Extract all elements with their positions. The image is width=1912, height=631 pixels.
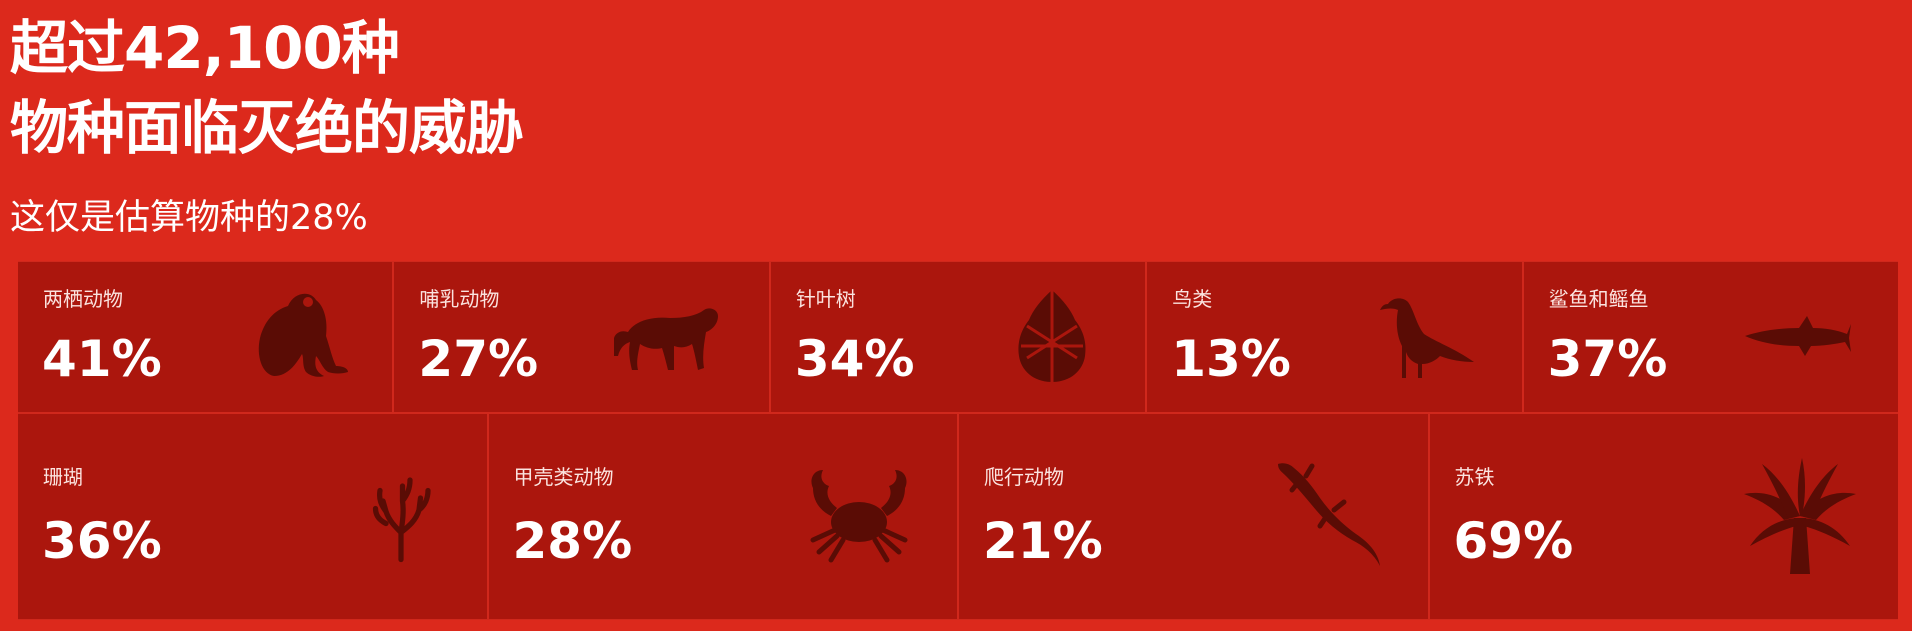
category-sharks-rays: 鲨鱼和鳐鱼 37%	[1524, 262, 1898, 412]
cycad-icon	[1744, 458, 1856, 574]
category-corals: 珊瑚 36%	[18, 414, 489, 620]
crab-icon	[810, 470, 908, 563]
category-cycads: 苏铁 69%	[1430, 414, 1899, 620]
tiger-icon	[613, 308, 718, 370]
category-birds: 鸟类 13%	[1147, 262, 1524, 412]
category-percent: 27%	[418, 330, 539, 388]
category-mammals: 哺乳动物 27%	[394, 262, 771, 412]
category-label: 爬行动物	[984, 465, 1064, 489]
category-label: 鸟类	[1172, 287, 1213, 311]
category-label: 针叶树	[795, 287, 856, 311]
category-label: 两栖动物	[43, 287, 123, 311]
title-line-2: 物种面临灭绝的威胁	[10, 94, 524, 162]
category-percent: 21%	[983, 512, 1103, 570]
category-percent: 41%	[42, 330, 162, 388]
page: 超过42,100种 物种面临灭绝的威胁 这仅是估算物种的28% 两栖动物 41%…	[0, 0, 1912, 631]
category-percent: 69%	[1453, 512, 1574, 570]
category-label: 苏铁	[1454, 465, 1495, 489]
category-percent: 37%	[1547, 330, 1668, 388]
category-percent: 36%	[42, 512, 162, 570]
category-reptiles: 爬行动物 21%	[959, 414, 1430, 620]
frog-icon	[259, 293, 349, 377]
bird-icon	[1379, 298, 1474, 378]
category-conifers: 针叶树 34%	[771, 262, 1148, 412]
title-line-1: 超过42,100种	[10, 14, 400, 82]
species-row-2: 珊瑚 36% 甲壳类动物 28% 爬行动物 21% 苏铁 69%	[18, 412, 1898, 620]
category-label: 珊瑚	[43, 465, 83, 489]
subtitle: 这仅是估算物种的28%	[10, 198, 368, 238]
species-row-1: 两栖动物 41% 哺乳动物 27% 针叶树 34% 鸟类 13% 鲨鱼和鳐鱼 3…	[18, 262, 1898, 412]
species-grid: 两栖动物 41% 哺乳动物 27% 针叶树 34% 鸟类 13% 鲨鱼和鳐鱼 3…	[18, 261, 1898, 620]
pinecone-icon	[1018, 290, 1086, 382]
shark-icon	[1745, 316, 1852, 356]
page-title: 超过42,100种 物种面临灭绝的威胁	[10, 8, 524, 168]
category-crustaceans: 甲壳类动物 28%	[489, 414, 959, 620]
category-amphibians: 两栖动物 41%	[18, 262, 395, 412]
category-label: 甲壳类动物	[513, 465, 614, 489]
category-label: 鲨鱼和鳐鱼	[1548, 287, 1649, 311]
category-label: 哺乳动物	[419, 287, 500, 311]
category-percent: 34%	[794, 330, 915, 388]
category-percent: 13%	[1171, 330, 1291, 388]
category-percent: 28%	[512, 512, 633, 570]
lizard-icon	[1277, 463, 1380, 566]
coral-icon	[372, 477, 431, 563]
